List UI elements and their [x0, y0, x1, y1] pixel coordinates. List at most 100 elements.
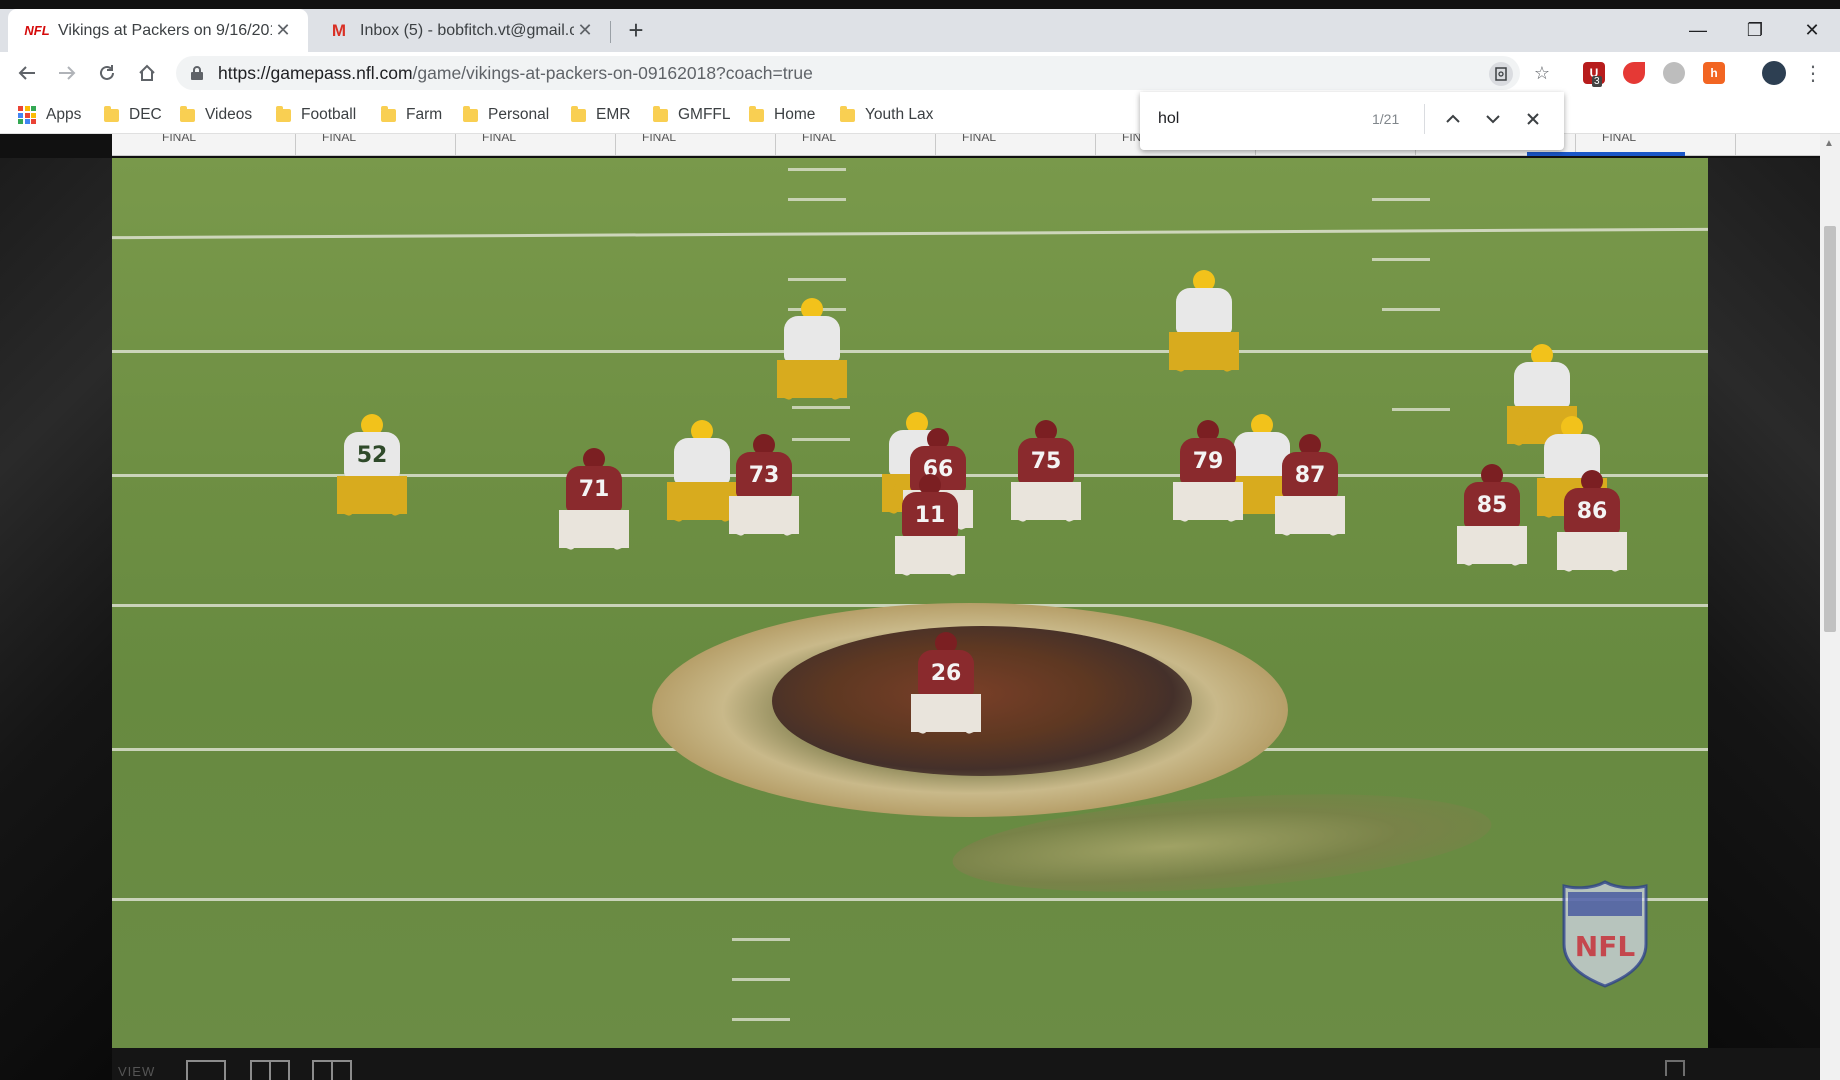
home-icon — [139, 64, 155, 81]
yard-line — [112, 898, 1708, 901]
folder-icon — [104, 105, 119, 122]
washington-player: 86 — [1550, 470, 1634, 590]
folder-icon — [653, 105, 668, 122]
find-close-button[interactable] — [1520, 106, 1546, 132]
scroll-up-icon[interactable]: ▲ — [1824, 138, 1834, 149]
hash-mark — [732, 978, 790, 981]
scrollbar-thumb[interactable] — [1824, 226, 1836, 632]
circle-extension-icon[interactable] — [1663, 62, 1685, 84]
find-match-count: 1/21 — [1372, 111, 1400, 127]
hash-mark — [732, 938, 790, 941]
bookmark-folder-football[interactable]: Football — [276, 104, 356, 126]
bookmarks-bar: Apps DEC Videos Football Farm Personal E… — [0, 94, 1840, 134]
folder-icon — [381, 105, 396, 122]
restore-button[interactable]: ❐ — [1727, 9, 1783, 52]
hash-mark — [1372, 198, 1430, 201]
new-tab-button[interactable]: + — [622, 17, 650, 45]
url-host: https://gamepass.nfl.com — [218, 63, 413, 83]
bookmark-star-icon[interactable]: ☆ — [1531, 62, 1553, 84]
bookmark-folder-personal[interactable]: Personal — [463, 104, 549, 126]
bookmark-folder-youth-lax[interactable]: Youth Lax — [840, 104, 933, 126]
page-background-left — [0, 158, 112, 1080]
bookmark-label: Videos — [205, 106, 253, 123]
single-view-button[interactable] — [186, 1060, 226, 1080]
folder-icon — [463, 105, 478, 122]
bookmark-label: GMFFL — [678, 106, 731, 123]
packers-player — [1164, 270, 1244, 380]
kebab-menu-icon[interactable]: ⋮ — [1802, 62, 1824, 85]
tab-vikings-at-packers[interactable]: NFL Vikings at Packers on 9/16/2018 ✕ — [8, 9, 308, 52]
hash-mark — [1382, 308, 1440, 311]
washington-player: 71 — [552, 448, 636, 568]
home-button[interactable] — [132, 58, 162, 88]
hash-mark — [788, 278, 846, 281]
view-label: VIEW — [118, 1064, 156, 1079]
address-bar[interactable]: https://gamepass.nfl.com/game/vikings-at… — [176, 56, 1520, 90]
washington-player: 26 — [904, 632, 988, 762]
reload-icon — [100, 65, 114, 80]
back-button[interactable] — [12, 58, 42, 88]
bookmark-apps[interactable]: Apps — [18, 104, 81, 126]
nfl-shield-logo: NFL — [1562, 880, 1648, 988]
pocket-extension-icon[interactable] — [1623, 62, 1645, 84]
score-cell[interactable]: FINAL — [136, 134, 296, 156]
player-controls: VIEW — [112, 1048, 1820, 1080]
minimize-button[interactable]: — — [1670, 9, 1726, 52]
folder-icon — [571, 105, 586, 122]
tab-strip: NFL Vikings at Packers on 9/16/2018 ✕ M … — [0, 0, 1840, 52]
forward-arrow-icon — [59, 66, 76, 80]
page-scrollbar[interactable]: ▲ — [1820, 134, 1840, 1080]
url-path: /game/vikings-at-packers-on-09162018?coa… — [412, 63, 813, 83]
tab-gmail-inbox[interactable]: M Inbox (5) - bobfitch.vt@gmail.com ✕ — [310, 9, 610, 52]
yard-line — [112, 350, 1708, 353]
close-window-button[interactable]: ✕ — [1784, 9, 1840, 52]
washington-player: 85 — [1450, 464, 1534, 584]
chevron-down-icon — [1486, 115, 1500, 124]
game-video-player[interactable]: 52 71 73 66 11 75 79 87 85 86 26 NFL — [112, 158, 1708, 1048]
back-arrow-icon — [18, 66, 35, 80]
bookmark-label: Football — [301, 106, 357, 123]
bookmark-folder-farm[interactable]: Farm — [381, 104, 442, 126]
bookmark-folder-dec[interactable]: DEC — [104, 104, 162, 126]
close-icon[interactable]: ✕ — [574, 20, 596, 41]
lock-icon — [191, 66, 203, 80]
bookmark-label: EMR — [596, 106, 631, 123]
dual-view-button[interactable] — [312, 1060, 352, 1080]
bookmark-folder-videos[interactable]: Videos — [180, 104, 252, 126]
url-text[interactable]: https://gamepass.nfl.com/game/vikings-at… — [218, 56, 813, 90]
chevron-up-icon — [1446, 114, 1460, 123]
page-background-right — [1708, 158, 1820, 1080]
find-in-page-icon[interactable] — [1489, 62, 1513, 86]
split-view-button[interactable] — [250, 1060, 290, 1080]
nfl-watermark-text: NFL — [1575, 930, 1636, 963]
active-game-indicator — [1527, 152, 1685, 156]
tab-title: Inbox (5) - bobfitch.vt@gmail.com — [360, 21, 574, 39]
washington-player: 11 — [888, 474, 972, 584]
find-previous-button[interactable] — [1440, 106, 1466, 132]
bookmark-folder-home[interactable]: Home — [749, 104, 815, 126]
nfl-favicon-icon: NFL — [24, 23, 50, 38]
profile-avatar[interactable] — [1762, 61, 1786, 85]
apps-grid-icon — [18, 106, 36, 124]
score-cell[interactable]: FINAL — [616, 134, 776, 156]
bookmark-folder-gmffl[interactable]: GMFFL — [653, 104, 731, 126]
close-icon[interactable]: ✕ — [272, 20, 294, 41]
bookmark-folder-emr[interactable]: EMR — [571, 104, 630, 126]
score-cell[interactable]: FINAL — [296, 134, 456, 156]
washington-player: 79 — [1166, 420, 1250, 540]
bookmark-label: Personal — [488, 106, 550, 123]
forward-button[interactable] — [52, 58, 82, 88]
bookmark-label: Youth Lax — [865, 106, 934, 123]
score-cell[interactable]: FINAL — [456, 134, 616, 156]
score-cell[interactable]: FINAL — [936, 134, 1096, 156]
bookmark-label: Apps — [46, 106, 82, 123]
reload-button[interactable] — [92, 58, 122, 88]
packers-player: 52 — [332, 414, 412, 524]
find-next-button[interactable] — [1480, 106, 1506, 132]
score-cell[interactable]: FINAL — [776, 134, 936, 156]
fullscreen-icon[interactable] — [1665, 1060, 1685, 1076]
washington-player: 75 — [1004, 420, 1088, 540]
bookmark-label: Farm — [406, 106, 443, 123]
honey-extension-icon[interactable]: h — [1703, 62, 1725, 84]
find-input[interactable]: hol — [1158, 92, 1179, 146]
